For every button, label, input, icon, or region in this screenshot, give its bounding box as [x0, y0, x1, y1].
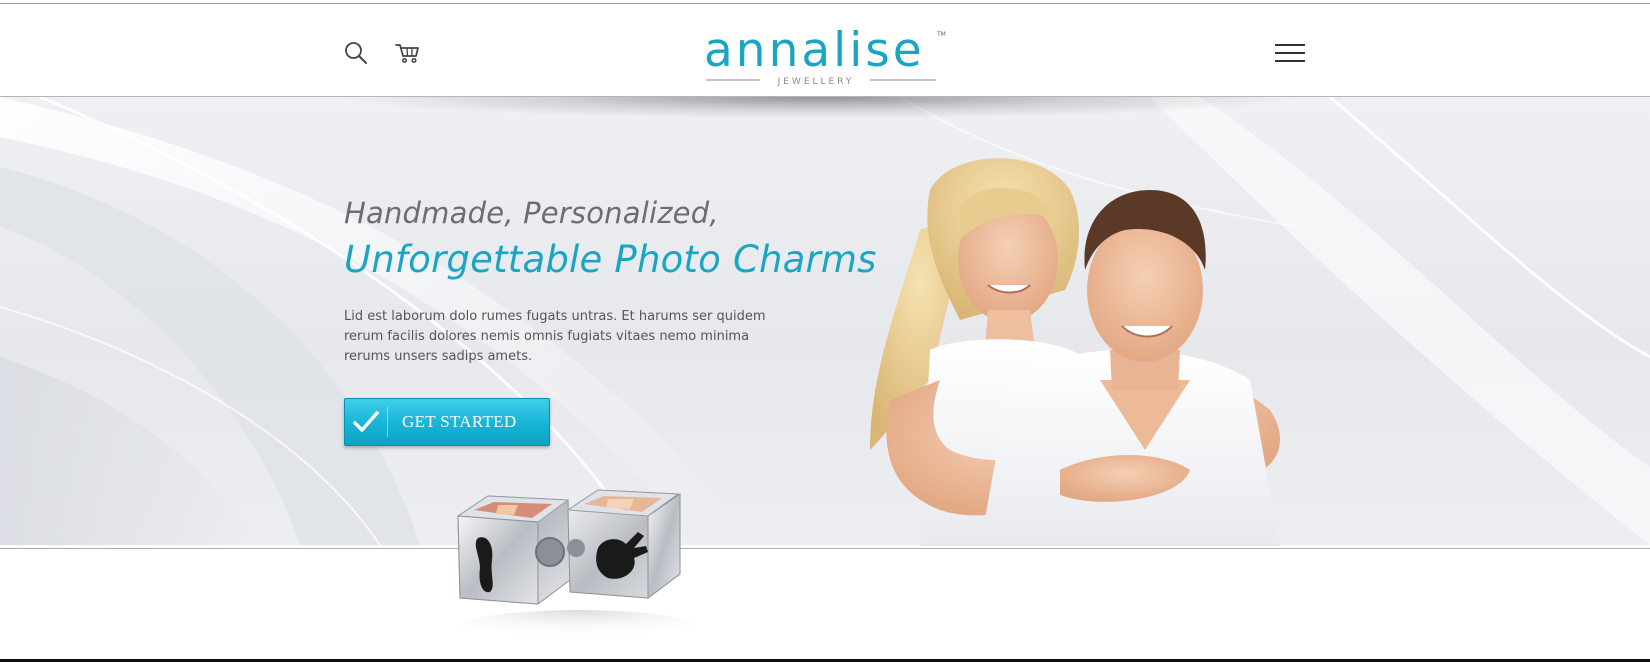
hero-couple-photo — [870, 158, 1280, 546]
logo-tagline: JEWELLERY — [777, 77, 855, 87]
hero-banner — [0, 97, 1650, 545]
checkmark-icon — [345, 399, 387, 445]
search-icon — [345, 42, 367, 64]
logo-trademark: TM — [936, 31, 946, 38]
menu-button[interactable] — [1274, 40, 1306, 66]
logo-wordmark: annalise — [704, 23, 925, 78]
get-started-label: GET STARTED — [402, 412, 517, 431]
get-started-button[interactable]: GET STARTED — [344, 398, 550, 446]
cart-icon — [395, 44, 419, 64]
hero-description: Lid est laborum dolo rumes fugats untras… — [344, 309, 766, 364]
photo-charm-beads-image — [456, 489, 698, 646]
site-header: annalise TM JEWELLERY — [0, 4, 1650, 96]
hamburger-menu-icon — [1275, 44, 1305, 62]
cart-button[interactable] — [394, 40, 422, 66]
hero-bottom-divider — [0, 548, 1650, 549]
hero-headline-line2: Unforgettable Photo Charms — [344, 238, 877, 281]
hero-background-swooshes — [0, 97, 1650, 545]
search-button[interactable] — [343, 40, 369, 66]
hero-headline-line1: Handmade, Personalized, — [344, 196, 719, 230]
annalise-logo[interactable]: annalise TM JEWELLERY — [700, 18, 952, 88]
header-drop-shadow — [340, 97, 1300, 119]
